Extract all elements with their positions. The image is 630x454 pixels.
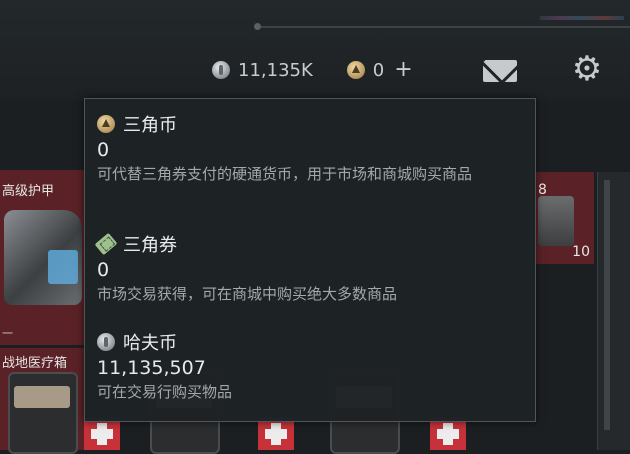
tooltip-section-triangle-coin: 三角币 0 可代替三角券支付的硬通货币，用于市场和商城购买商品 <box>97 113 517 185</box>
gold-triangle-coin-icon <box>346 61 365 79</box>
section-title: 哈夫币 <box>123 333 177 354</box>
tooltip-section-hafu-coin: 哈夫币 11,135,507 可在交易行购买物品 <box>97 331 517 403</box>
top-background <box>0 0 630 100</box>
section-title: 三角券 <box>123 235 177 256</box>
tooltip-section-triangle-ticket: 三角券 0 市场交易获得，可在商城中购买绝大多数商品 <box>94 232 517 305</box>
add-currency-button[interactable]: + <box>394 59 412 81</box>
medical-cross-icon <box>430 418 466 450</box>
armor-item-title: 高级护甲 <box>2 184 55 199</box>
decorative-glitch <box>540 16 624 20</box>
section-description: 可在交易行购买物品 <box>97 383 233 401</box>
case-count-bottom: 10 <box>572 244 590 260</box>
currency-bar: 11,135K 0 + <box>212 56 413 84</box>
mail-icon[interactable] <box>483 60 517 82</box>
section-value: 11,135,507 <box>97 357 206 379</box>
medkit-item-title: 战地医疗箱 <box>2 356 68 371</box>
section-value: 0 <box>97 259 110 281</box>
silver-coin-icon <box>212 61 230 79</box>
scrollbar[interactable] <box>604 180 610 430</box>
section-value: 0 <box>97 139 110 161</box>
section-description: 市场交易获得，可在商城中购买绝大多数商品 <box>97 285 398 303</box>
gear-icon[interactable]: ⚙ <box>570 52 604 86</box>
triangle-ticket-icon <box>94 232 118 256</box>
case-image <box>538 196 574 246</box>
medkit-image <box>8 372 78 454</box>
section-title: 三角币 <box>123 115 177 136</box>
medical-cross-icon <box>258 418 294 450</box>
progress-line <box>254 23 630 30</box>
section-description: 可代替三角券支付的硬通货币，用于市场和商城购买商品 <box>97 165 473 183</box>
hafu-coin-icon <box>97 333 115 351</box>
currency-tooltip: 三角币 0 可代替三角券支付的硬通货币，用于市场和商城购买商品 三角券 0 市场… <box>84 98 536 422</box>
hafu-balance[interactable]: 11,135K <box>238 60 313 81</box>
armor-image <box>4 210 82 305</box>
medical-cross-icon <box>84 418 120 450</box>
armor-mark: 一 <box>2 327 13 340</box>
triangle-coin-balance[interactable]: 0 <box>373 60 384 81</box>
triangle-coin-icon <box>97 115 115 133</box>
right-panel <box>597 172 630 450</box>
armor-item-card[interactable]: 高级护甲 一 <box>0 170 84 345</box>
